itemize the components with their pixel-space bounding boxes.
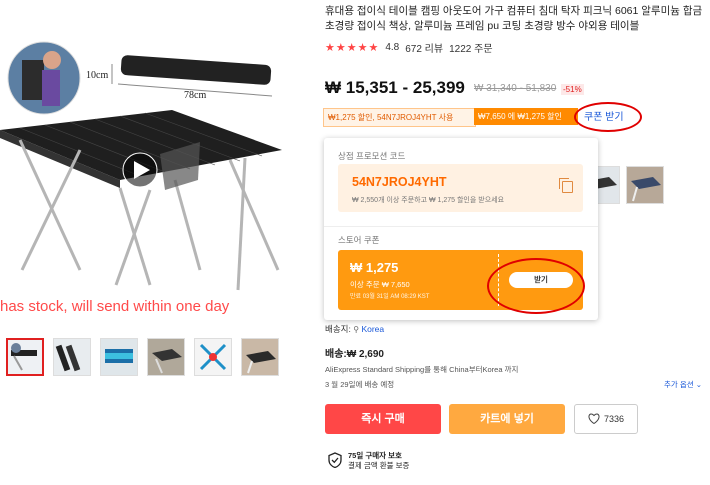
store-coupon-label: 스토어 쿠폰 [338, 235, 380, 245]
product-title: 휴대용 접이식 테이블 캠핑 아웃도어 가구 컴퓨터 침대 탁자 피크닉 606… [325, 5, 703, 32]
promo-code-description: ₩ 2,550개 이상 주문하고 ₩ 1,275 할인을 받으세요 [352, 197, 505, 204]
dimension-width-label: 78cm [184, 90, 207, 101]
protection-title: 75일 구매자 보호 [348, 451, 402, 460]
thumbnail-1[interactable] [6, 338, 44, 376]
coupon-expiry: 만료 03월 31일 AM 08:29 KST [350, 294, 430, 300]
buy-now-button[interactable]: 즉시 구매 [325, 404, 441, 434]
discount-badge: -51% [561, 84, 584, 95]
store-promo-label: 상점 프로모션 코드 [338, 151, 406, 161]
shipping-method: AliExpress Standard Shipping를 통해 China부터… [325, 365, 519, 374]
dimension-height-label: 10cm [86, 70, 109, 81]
thumbnail-strip [6, 338, 279, 376]
review-count[interactable]: 672 리뷰 [405, 40, 443, 55]
coupon-amount: ₩ 1,275 [350, 260, 399, 275]
copy-icon[interactable] [559, 178, 573, 193]
heart-icon [588, 413, 600, 426]
stock-overlay-text: has stock, will send within one day [0, 298, 230, 315]
promo-code-tag[interactable]: ₩1,275 할인, 54N7JROJ4YHT 사용 [323, 108, 476, 127]
price-range: ₩ 15,351 - 25,399 [325, 78, 465, 97]
shipping-fee: 배송:₩ 2,690 [325, 349, 384, 360]
annotation-circle-coupon-link [574, 102, 642, 132]
ship-to-row[interactable]: 배송지: ⚲ Korea [325, 323, 384, 335]
coupon-condition: 이상 주문 ₩ 7,650 [350, 280, 410, 289]
ship-to-location[interactable]: Korea [361, 324, 384, 334]
rating-row: ★★★★★ 4.8 672 리뷰 1222 주문 [325, 40, 493, 55]
popup-divider [324, 226, 598, 227]
thumbnail-6[interactable] [241, 338, 279, 376]
ship-to-label: 배송지: [325, 324, 351, 334]
star-rating-icon: ★★★★★ [325, 42, 380, 54]
protection-subtitle: 결제 금액 환불 보증 [348, 461, 410, 470]
thumbnail-3[interactable] [100, 338, 138, 376]
order-count: 1222 주문 [449, 44, 493, 55]
thumbnail-2[interactable] [53, 338, 91, 376]
wishlist-button[interactable]: 7336 [574, 404, 638, 434]
shield-icon [328, 452, 342, 473]
annotation-circle-claim-button [487, 258, 585, 314]
thumbnail-5[interactable] [194, 338, 232, 376]
location-pin-icon: ⚲ [353, 325, 360, 334]
delivery-estimate: 3 월 29일에 배송 예정 [325, 380, 395, 389]
promo-code: 54N7JROJ4YHT [352, 175, 447, 189]
buyer-protection: 75일 구매자 보호 결제 금액 환불 보증 [348, 451, 409, 471]
variant-thumb-2[interactable] [626, 166, 664, 204]
original-price: ₩ 31,340 - 51,830 [474, 83, 557, 94]
play-video-button[interactable] [124, 150, 158, 184]
store-coupon-tag[interactable]: ₩7,650 에 ₩1,275 할인 [474, 108, 578, 125]
rating-value: 4.8 [385, 42, 400, 53]
promo-code-box[interactable]: 54N7JROJ4YHT ₩ 2,550개 이상 주문하고 ₩ 1,275 할인… [338, 164, 583, 212]
more-options-link[interactable]: 추가 옵션 ⌄ [664, 379, 702, 390]
wishlist-count: 7336 [603, 414, 625, 424]
thumbnail-4[interactable] [147, 338, 185, 376]
add-to-cart-button[interactable]: 카트에 넣기 [449, 404, 565, 434]
